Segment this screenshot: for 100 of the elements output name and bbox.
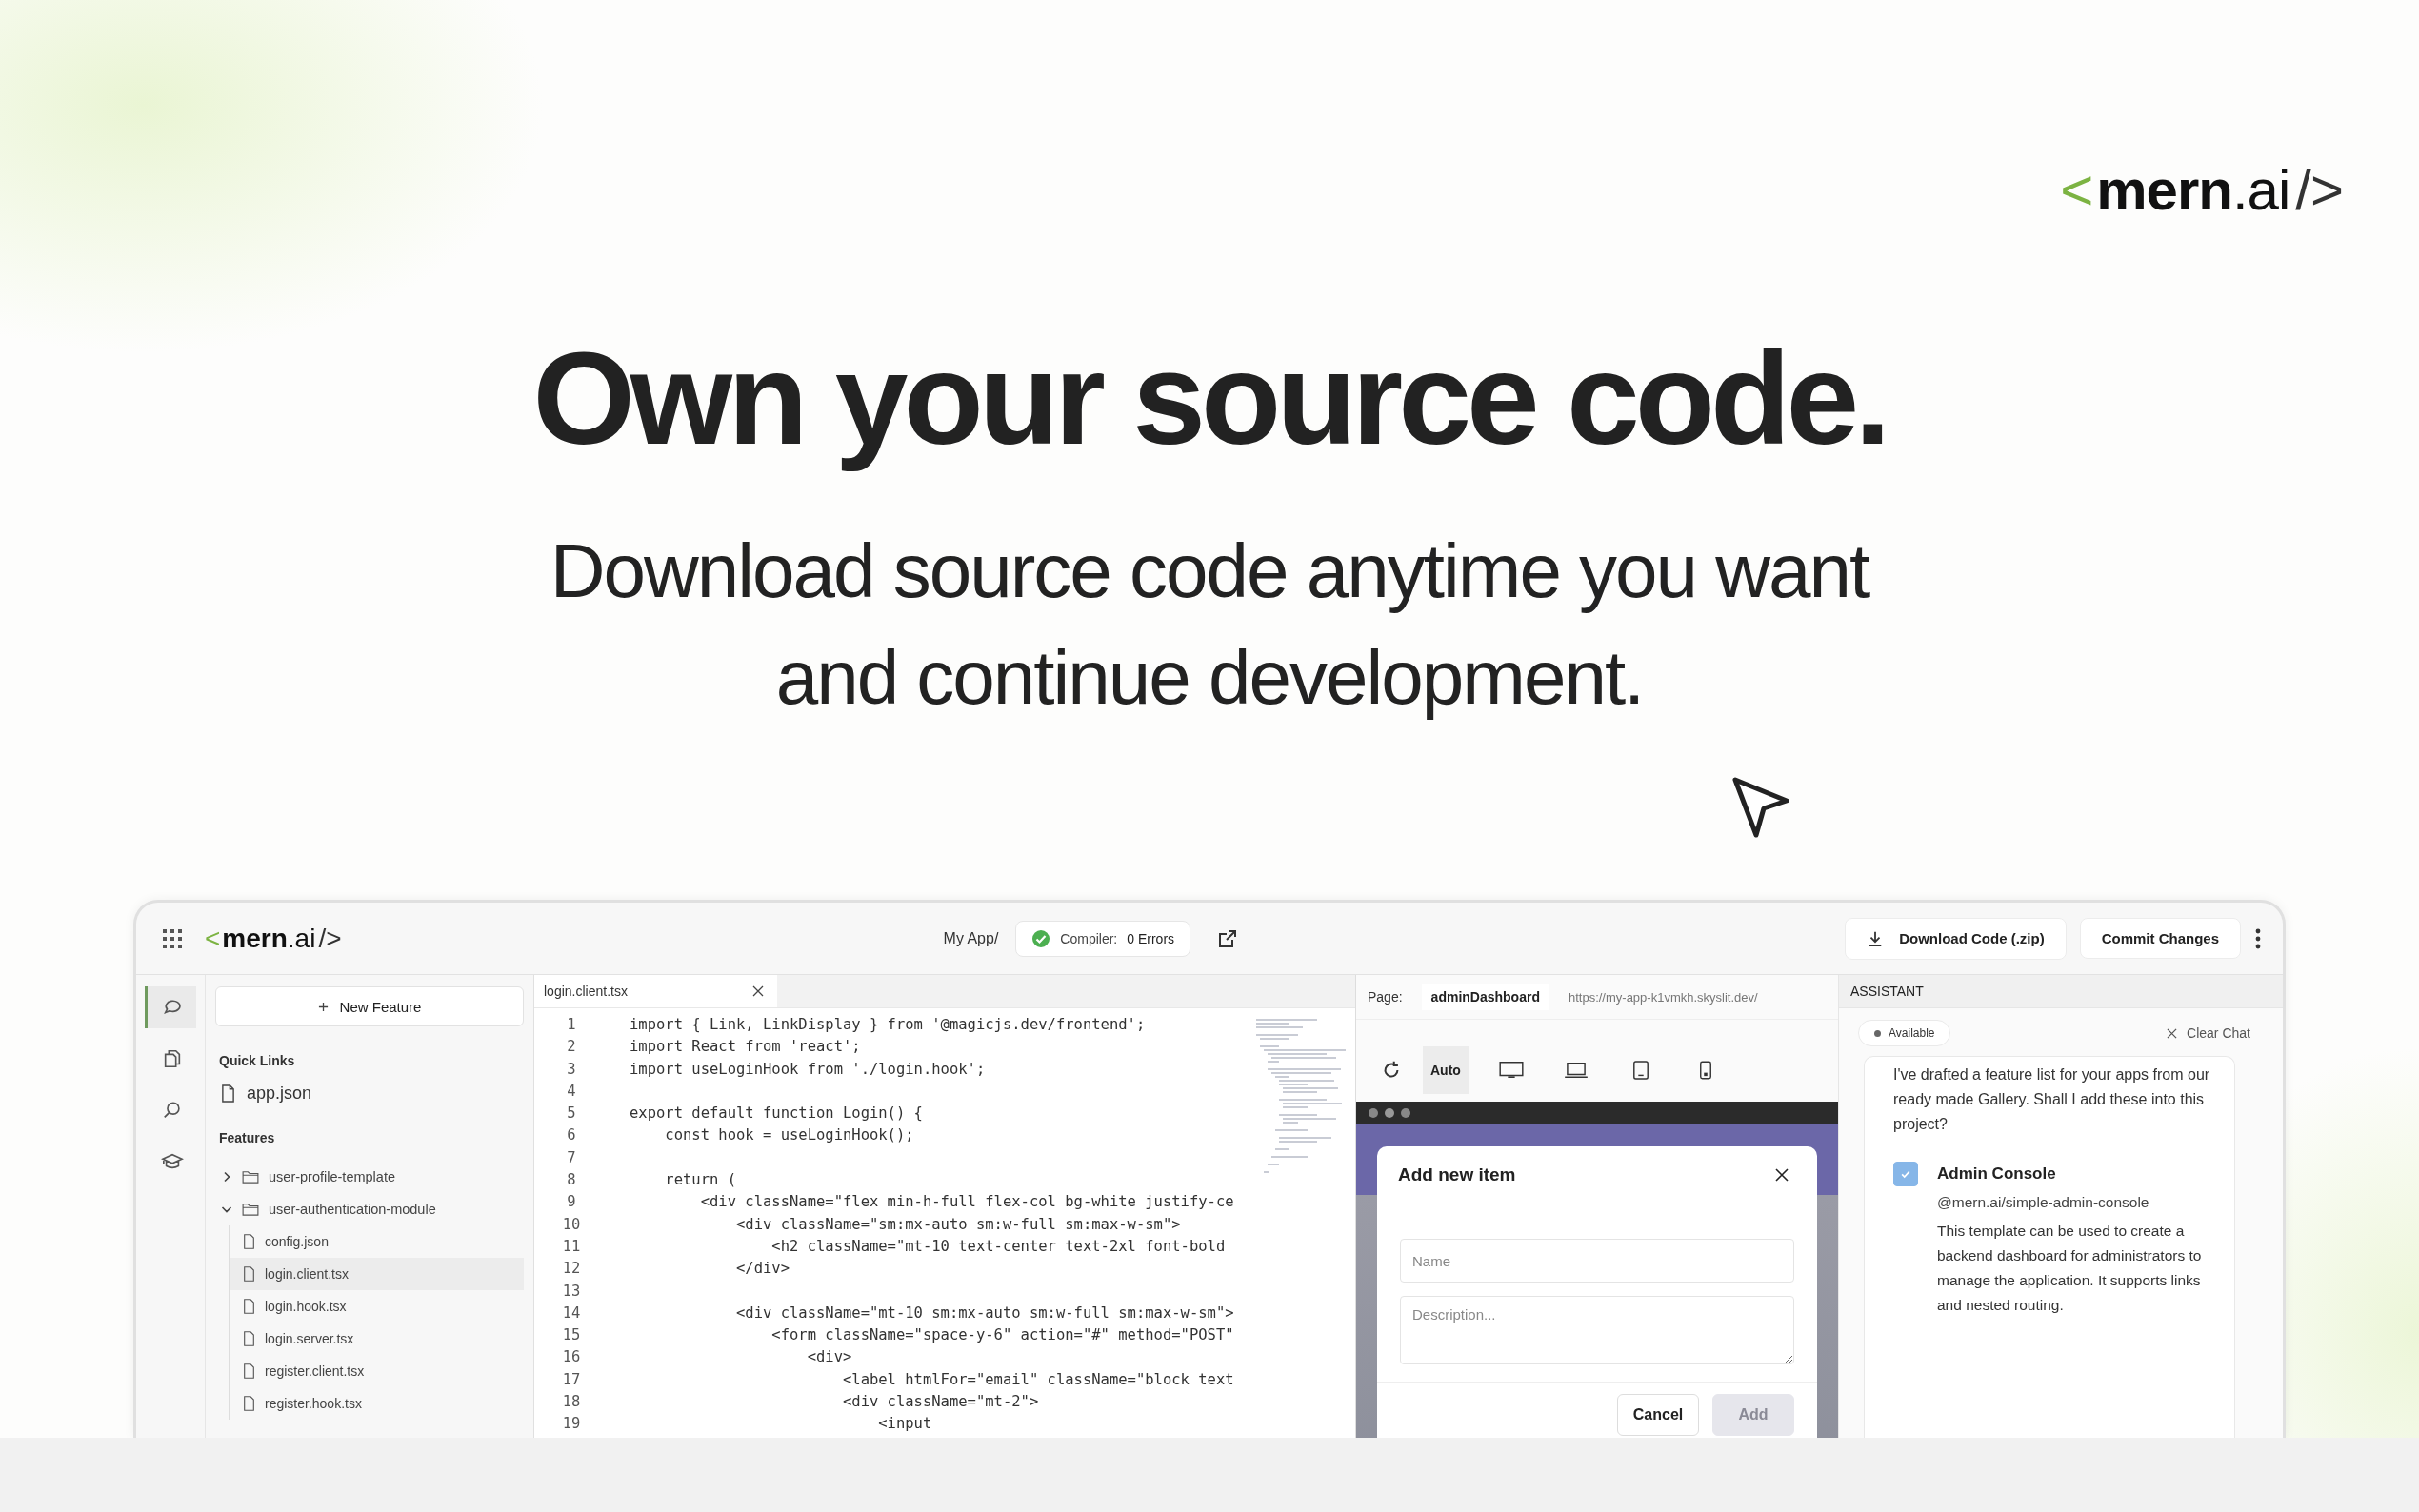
app-grid-icon[interactable] (161, 926, 184, 950)
headline: Own your source code. (531, 324, 1888, 473)
assistant-message: I've drafted a feature list for your apps from our ready made Gallery. Shall I add these into this project? (1893, 1065, 2211, 1134)
code-line: <div className="mt-2"> (841, 1392, 1039, 1413)
file-icon (221, 1084, 235, 1103)
template-title: Admin Console (1937, 1164, 2057, 1184)
editor-tab[interactable]: login.client.tsx (534, 975, 777, 1007)
code-line: <h2 className="mt-10 text-center text-2xl font-bold (770, 1236, 1226, 1257)
line-number: 4 (566, 1081, 577, 1102)
dialog-button[interactable]: Cancel (1617, 1394, 1699, 1436)
brand-logo: <mern.ai/> (2060, 157, 2343, 224)
code-line: <label htmlFor="email" className="block text (841, 1369, 1234, 1390)
line-number: 15 (561, 1325, 582, 1346)
file-icon (243, 1234, 255, 1249)
code-line: <form className="space-y-6" action="#" method="POST" (770, 1325, 1234, 1346)
line-number: 3 (566, 1059, 577, 1080)
file-row[interactable]: register.client.tsx (230, 1355, 524, 1387)
file-row[interactable]: login.server.tsx (230, 1323, 524, 1355)
template-description: This template can be used to create a backend dashboard for administrators to manage the application. It supports links and nested routing. (1937, 1222, 2203, 1315)
code-line: return ( (664, 1170, 736, 1191)
file-name: login.client.tsx (265, 1266, 349, 1282)
file-row[interactable]: config.json (230, 1225, 524, 1258)
file-icon (243, 1396, 255, 1411)
new-feature-button[interactable]: New Feature (215, 986, 524, 1026)
window-controls-icon (1368, 1106, 1413, 1119)
line-number: 6 (566, 1125, 577, 1146)
description-field[interactable]: Description... (1400, 1296, 1794, 1364)
file-icon (243, 1331, 255, 1346)
toolbar-button[interactable]: Commit Changes (2079, 918, 2241, 959)
subheadline: and continue development. (774, 634, 1645, 722)
code-line: import React from 'react'; (630, 1037, 861, 1058)
page-selector[interactable]: adminDashboard (1421, 984, 1549, 1010)
toolbar-button[interactable]: Download Code (.zip) (1845, 917, 2067, 960)
file-name: config.json (265, 1234, 329, 1249)
package-name: @mern.ai/simple-admin-console (1937, 1194, 2150, 1211)
external-link-icon[interactable] (1217, 927, 1239, 949)
close-icon (2167, 1027, 2178, 1039)
app-logo: <mern.ai/> (205, 922, 342, 955)
file-name: login.server.tsx (265, 1331, 354, 1346)
page-label: Page: (1368, 989, 1403, 1005)
tablet-icon (1631, 1060, 1649, 1081)
close-icon[interactable] (1775, 1168, 1789, 1182)
file-icon (243, 1266, 255, 1282)
folder-icon (242, 1203, 259, 1216)
name-field[interactable]: Name (1400, 1239, 1794, 1283)
preview-url[interactable]: https://my-app-k1vmkh.skyslit.dev/ (1568, 989, 1758, 1005)
code-line: import useLoginHook from './login.hook'; (630, 1059, 986, 1080)
quick-link[interactable]: app.json (247, 1084, 312, 1104)
file-icon (243, 1363, 255, 1379)
file-row[interactable]: login.client.tsx (230, 1258, 524, 1290)
check-icon (1900, 1168, 1911, 1180)
code-line: </div> (734, 1259, 790, 1280)
file-row[interactable]: login.hook.tsx (230, 1290, 524, 1323)
file-name: register.hook.tsx (265, 1396, 362, 1411)
section-heading: Features (219, 1130, 276, 1145)
line-number: 10 (561, 1214, 582, 1235)
compiler-status: Compiler: 0 Errors (1015, 920, 1191, 957)
activity-bar-item[interactable] (145, 986, 196, 1028)
status-badge: Available (1858, 1020, 1951, 1046)
view-mode-tab[interactable]: Auto (1423, 1046, 1469, 1094)
line-number: 13 (561, 1281, 582, 1302)
code-line: const hook = useLoginHook(); (664, 1125, 914, 1146)
file-name: login.hook.tsx (265, 1299, 347, 1314)
line-number: 17 (561, 1369, 582, 1390)
line-number: 19 (561, 1414, 582, 1435)
line-number: 7 (566, 1147, 577, 1168)
close-icon[interactable] (752, 985, 764, 997)
desktop-icon (1497, 1061, 1525, 1080)
checkbox[interactable] (1893, 1162, 1918, 1186)
line-number: 5 (566, 1104, 577, 1124)
more-options-icon[interactable] (2254, 926, 2262, 950)
code-line: <div className="sm:mx-auto sm:w-full sm:max-w-sm"> (734, 1214, 1181, 1235)
file-icon (243, 1299, 255, 1314)
subheadline: Download source code anytime you want (549, 527, 1871, 615)
line-number: 12 (561, 1259, 582, 1280)
section-heading: Quick Links (219, 1053, 296, 1068)
plus-icon (317, 1001, 329, 1012)
tree-item[interactable]: user-profile-template (269, 1169, 395, 1184)
clear-chat-button[interactable]: Clear Chat (2161, 1025, 2256, 1042)
file-row[interactable]: register.hook.tsx (230, 1387, 524, 1420)
folder-icon (242, 1170, 259, 1184)
line-number: 14 (561, 1303, 582, 1323)
tree-item[interactable]: user-authentication-module (269, 1202, 436, 1217)
code-line: <div> (806, 1347, 852, 1368)
line-number: 16 (561, 1347, 582, 1368)
project-name[interactable]: My App/ (943, 929, 999, 947)
code-line: <input (877, 1414, 932, 1435)
code-line: <div className="flex min-h-full flex-col bg-white justify-ce (699, 1192, 1234, 1213)
line-number: 8 (566, 1170, 577, 1191)
laptop-icon (1562, 1061, 1589, 1080)
panel-title: ASSISTANT (1839, 975, 2283, 1008)
code-line: export default function Login() { (630, 1104, 923, 1124)
code-line: import { Link, LinkDisplay } from '@magicjs.dev/frontend'; (630, 1015, 1146, 1035)
line-number: 1 (566, 1015, 577, 1035)
file-name: register.client.tsx (265, 1363, 365, 1379)
code-line: <div className="mt-10 sm:mx-auto sm:w-full sm:max-w-sm"> (734, 1303, 1234, 1323)
search-icon (161, 1100, 183, 1121)
line-number: 2 (566, 1037, 577, 1058)
dialog-title: Add new item (1398, 1164, 1516, 1185)
line-number: 11 (561, 1236, 582, 1257)
